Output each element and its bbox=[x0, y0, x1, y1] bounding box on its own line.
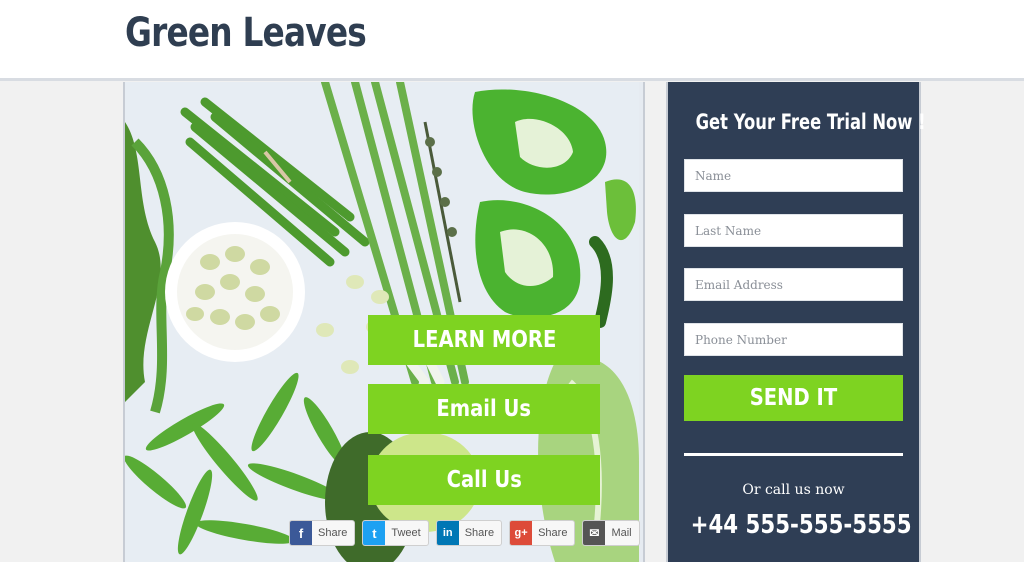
send-it-button[interactable]: SEND IT bbox=[684, 375, 903, 421]
share-bar: f Share t Tweet in Share g+ Share ✉ Mail bbox=[289, 520, 640, 546]
form-title: Get Your Free Trial Now ! bbox=[695, 110, 926, 134]
share-label: Tweet bbox=[391, 527, 421, 539]
mail-share-button[interactable]: ✉ Mail bbox=[582, 520, 640, 546]
learn-more-button[interactable]: LEARN MORE bbox=[368, 315, 600, 365]
mail-icon: ✉ bbox=[583, 521, 606, 545]
share-label: Mail bbox=[611, 527, 632, 539]
email-us-label: Email Us bbox=[436, 396, 532, 422]
share-label: Share bbox=[464, 527, 495, 539]
phone-field[interactable] bbox=[684, 323, 903, 356]
linkedin-share-button[interactable]: in Share bbox=[435, 520, 503, 546]
site-header: Green Leaves bbox=[0, 0, 1024, 81]
name-field[interactable] bbox=[684, 159, 903, 192]
linkedin-icon: in bbox=[436, 521, 459, 545]
google-plus-share-button[interactable]: g+ Share bbox=[509, 520, 576, 546]
phone-number[interactable]: +44 555-555-5555 bbox=[691, 510, 912, 540]
email-us-button[interactable]: Email Us bbox=[368, 384, 600, 434]
call-us-button[interactable]: Call Us bbox=[368, 455, 600, 505]
share-label: Share bbox=[538, 527, 568, 539]
learn-more-label: LEARN MORE bbox=[412, 327, 556, 353]
call-prompt: Or call us now bbox=[742, 482, 845, 498]
last-name-field[interactable] bbox=[684, 214, 903, 247]
email-field[interactable] bbox=[684, 268, 903, 301]
twitter-share-button[interactable]: t Tweet bbox=[362, 520, 429, 546]
google-plus-icon: g+ bbox=[510, 521, 533, 545]
call-us-label: Call Us bbox=[446, 467, 522, 493]
send-it-label: SEND IT bbox=[749, 385, 838, 411]
twitter-icon: t bbox=[363, 521, 386, 545]
divider bbox=[684, 453, 903, 456]
facebook-share-button[interactable]: f Share bbox=[289, 520, 356, 546]
hero-section: LEARN MORE Email Us Call Us f Share t Tw… bbox=[123, 82, 645, 562]
brand-logo-text[interactable]: Green Leaves bbox=[125, 10, 367, 56]
trial-form-panel: Get Your Free Trial Now ! SEND IT Or cal… bbox=[666, 82, 926, 562]
facebook-icon: f bbox=[290, 521, 312, 545]
share-label: Share bbox=[318, 527, 348, 539]
